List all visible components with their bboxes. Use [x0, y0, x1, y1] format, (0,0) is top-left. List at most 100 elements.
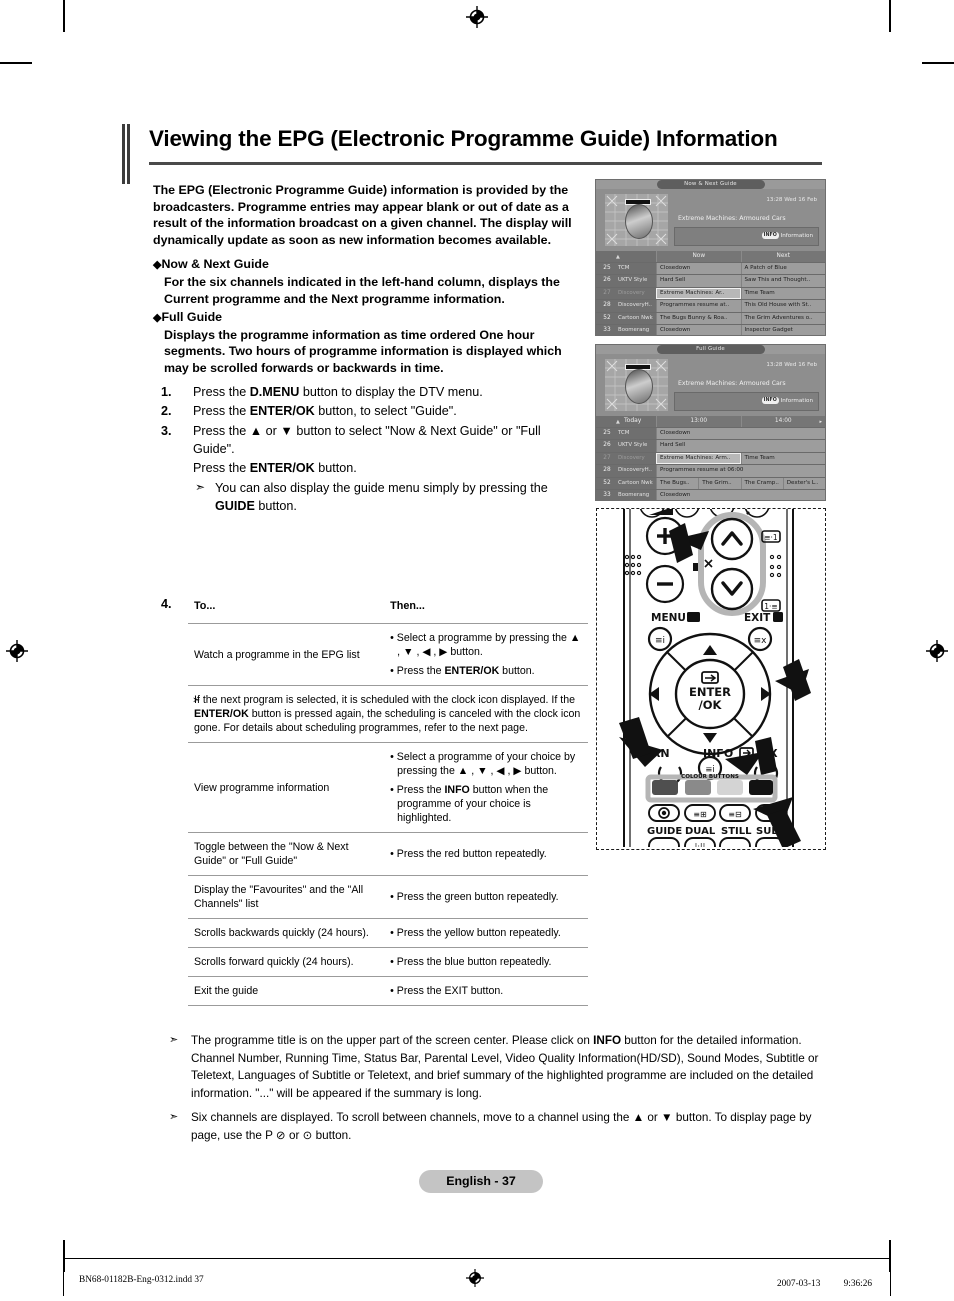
svg-text:|·||: |·||	[695, 842, 706, 847]
tv2-programme-cell[interactable]: Closedown	[656, 428, 825, 440]
table-bullet: • Press the EXIT button.	[390, 985, 504, 997]
bullet-body-full-guide: Displays the programme information as ti…	[164, 327, 562, 375]
step-number: 1.	[161, 384, 172, 399]
tv1-cell-next[interactable]: The Grim Adventures o..	[740, 312, 825, 324]
inline-note-post: button is pressed again, the scheduling …	[194, 708, 581, 734]
tv1-channel-number: 28	[596, 300, 618, 312]
bullet-label-now-next: Now & Next Guide	[161, 257, 269, 272]
registration-mark-footer	[466, 1269, 488, 1291]
tv1-row[interactable]: 26 UKTV Style Hard Sell Saw This and Tho…	[596, 274, 825, 287]
tv1-title-badge: Now & Next Guide	[656, 180, 765, 189]
table-cell-to: Scrolls forward quickly (24 hours).	[194, 956, 354, 968]
tv2-programme-cell[interactable]: The Bugs..	[656, 477, 699, 489]
remote-control-illustration: ≡·1 1·≡ MENU ≡i EXIT ≡x ENTER /OK INFO ≡…	[597, 509, 823, 847]
footer-rule	[63, 1258, 891, 1259]
tv1-programme-grid: ▲ Now Next 25 TCM Closedown A Patch of B…	[596, 251, 825, 335]
tv2-programme-cell[interactable]: Time Team	[740, 452, 825, 465]
step-text-post: button, to select "Guide".	[314, 404, 457, 419]
tv1-cell-next[interactable]: A Patch of Blue	[740, 263, 825, 275]
step-3-note: ➣ You can also display the guide menu sim…	[193, 479, 578, 516]
tv1-cell-next[interactable]: This Old House with St..	[740, 300, 825, 312]
tv1-cell-now[interactable]: Closedown	[656, 263, 741, 275]
tv1-info-hint: INFO Information	[761, 232, 813, 239]
tv2-datetime: 13:28 Wed 16 Feb	[766, 362, 817, 368]
tv1-cell-now[interactable]: Hard Sell	[656, 275, 741, 287]
table-bullet: • Select a programme of your choice by p…	[390, 751, 576, 777]
tv1-cell-next[interactable]: Saw This and Thought..	[740, 275, 825, 287]
table-cell-then: • Press the blue button repeatedly.	[384, 948, 588, 977]
svg-text:≡⊟: ≡⊟	[728, 810, 741, 819]
note-arrow-icon: ➣	[169, 1111, 179, 1124]
step-2: 2. Press the ENTER/OK button, to select …	[153, 402, 578, 421]
tv1-row[interactable]: 33 Boomerang Closedown Inspector Gadget	[596, 323, 825, 335]
tv2-row-selected[interactable]: 27 Discovery Extreme Machines: Arm.. Tim…	[596, 451, 825, 465]
tv1-channel-number: 26	[596, 275, 618, 287]
tv1-channel-name: Boomerang	[618, 324, 656, 335]
crop-mark-top-left-v	[63, 0, 65, 32]
tv1-cell-now[interactable]: The Bugs Bunny & Roa..	[656, 312, 741, 324]
table-bullet: • Press the blue button repeatedly.	[390, 956, 552, 968]
svg-text:≡⊞: ≡⊞	[693, 810, 706, 819]
tv1-title-bar: Now & Next Guide	[596, 180, 825, 189]
tv2-programme-cell[interactable]: Closedown	[656, 489, 825, 500]
table-row: Toggle between the "Now & Next Guide" or…	[188, 832, 588, 876]
tv2-programme-cell[interactable]: Hard Sell	[656, 440, 825, 452]
tv2-programme-cell[interactable]: Programmes resume at 06:00	[656, 465, 825, 477]
tv1-channel-name: UKTV Style	[618, 275, 656, 287]
table-bullet-text: Press the	[396, 665, 445, 677]
tv2-row[interactable]: 26 UKTV Style Hard Sell	[596, 439, 825, 452]
step-4-number: 4.	[161, 597, 172, 611]
tv2-row[interactable]: 33 Boomerang Closedown	[596, 488, 825, 500]
tv2-row[interactable]: 52 Cartoon Nwk The Bugs.. The Grim.. The…	[596, 476, 825, 489]
tv1-cell-now[interactable]: Closedown	[656, 324, 741, 335]
tv1-cell-now-selected[interactable]: Extreme Machines: Ar..	[656, 287, 741, 300]
table-header-to: To...	[194, 600, 216, 612]
table-cell-to: View programme information	[194, 781, 330, 794]
table-cell-to: Display the "Favourites" and the "All Ch…	[194, 884, 364, 910]
manual-page: Viewing the EPG (Electronic Programme Gu…	[0, 0, 954, 1301]
tv2-info-hint: INFO Information	[761, 397, 813, 404]
tv1-row[interactable]: 52 Cartoon Nwk The Bugs Bunny & Roa.. Th…	[596, 311, 825, 324]
tv1-info-label: Information	[780, 233, 813, 239]
table-row: Scrolls backwards quickly (24 hours). • …	[188, 918, 588, 948]
table-bullet-text: Press the green button repeatedly.	[396, 891, 559, 903]
tv1-row-selected[interactable]: 27 Discovery Extreme Machines: Ar.. Time…	[596, 286, 825, 300]
table-bullet-text: Press the EXIT button.	[396, 985, 504, 997]
tv-screenshot-now-next-guide: Now & Next Guide 13:28 Wed 16 Feb Extrem…	[595, 179, 826, 336]
remote-dual-label: DUAL	[685, 826, 716, 837]
table-note-row: ➣ If the next program is selected, it is …	[188, 685, 588, 743]
tv1-cell-next[interactable]: Inspector Gadget	[740, 324, 825, 335]
scroll-up-arrow-icon[interactable]: ▲	[616, 419, 620, 425]
tv1-cell-next[interactable]: Time Team	[740, 287, 825, 300]
tv1-cell-now[interactable]: Programmes resume at..	[656, 300, 741, 312]
tv2-channel-name: Boomerang	[618, 489, 656, 500]
tv2-programme-cell[interactable]: The Cramp..	[740, 477, 783, 489]
tv2-channel-number: 27	[596, 452, 618, 465]
table-bullet: • Select a programme by pressing the ▲ ,…	[390, 632, 581, 658]
tv2-programme-cell-selected[interactable]: Extreme Machines: Arm..	[656, 452, 741, 465]
scroll-right-arrow-icon[interactable]: ▸	[819, 417, 822, 428]
info-chip-icon: INFO	[761, 232, 779, 239]
note-arrow-icon: ➣	[195, 479, 206, 494]
svg-text:COLOUR BUTTONS: COLOUR BUTTONS	[681, 774, 739, 780]
table-row: Display the "Favourites" and the "All Ch…	[188, 875, 588, 919]
tv1-channel-name: TCM	[618, 263, 656, 275]
table-cell-to: Scrolls backwards quickly (24 hours).	[194, 927, 369, 939]
tv2-row[interactable]: 25 TCM Closedown	[596, 427, 825, 440]
tv1-row[interactable]: 28 DiscoveryH.. Programmes resume at.. T…	[596, 299, 825, 312]
tv2-programme-cell[interactable]: Dexter's L..	[782, 477, 825, 489]
tv1-row[interactable]: 25 TCM Closedown A Patch of Blue	[596, 262, 825, 275]
tv1-channel-number: 27	[596, 287, 618, 300]
tv2-channel-number: 28	[596, 465, 618, 477]
table-cell-then: • Press the green button repeatedly.	[384, 876, 588, 919]
tv2-channel-name: DiscoveryH..	[618, 465, 656, 477]
page-title: Viewing the EPG (Electronic Programme Gu…	[149, 126, 778, 151]
tv2-day-label: Today	[624, 417, 642, 424]
tv1-grid-header: ▲ Now Next	[596, 251, 825, 262]
scroll-up-arrow-icon[interactable]: ▲	[616, 254, 620, 260]
step-bold-enterok: ENTER/OK	[249, 460, 315, 475]
tv2-row[interactable]: 28 DiscoveryH.. Programmes resume at 06:…	[596, 464, 825, 477]
tv2-programme-cell[interactable]: The Grim..	[698, 477, 741, 489]
tv1-col-now: Now	[656, 251, 741, 262]
registration-mark-right	[926, 640, 948, 662]
